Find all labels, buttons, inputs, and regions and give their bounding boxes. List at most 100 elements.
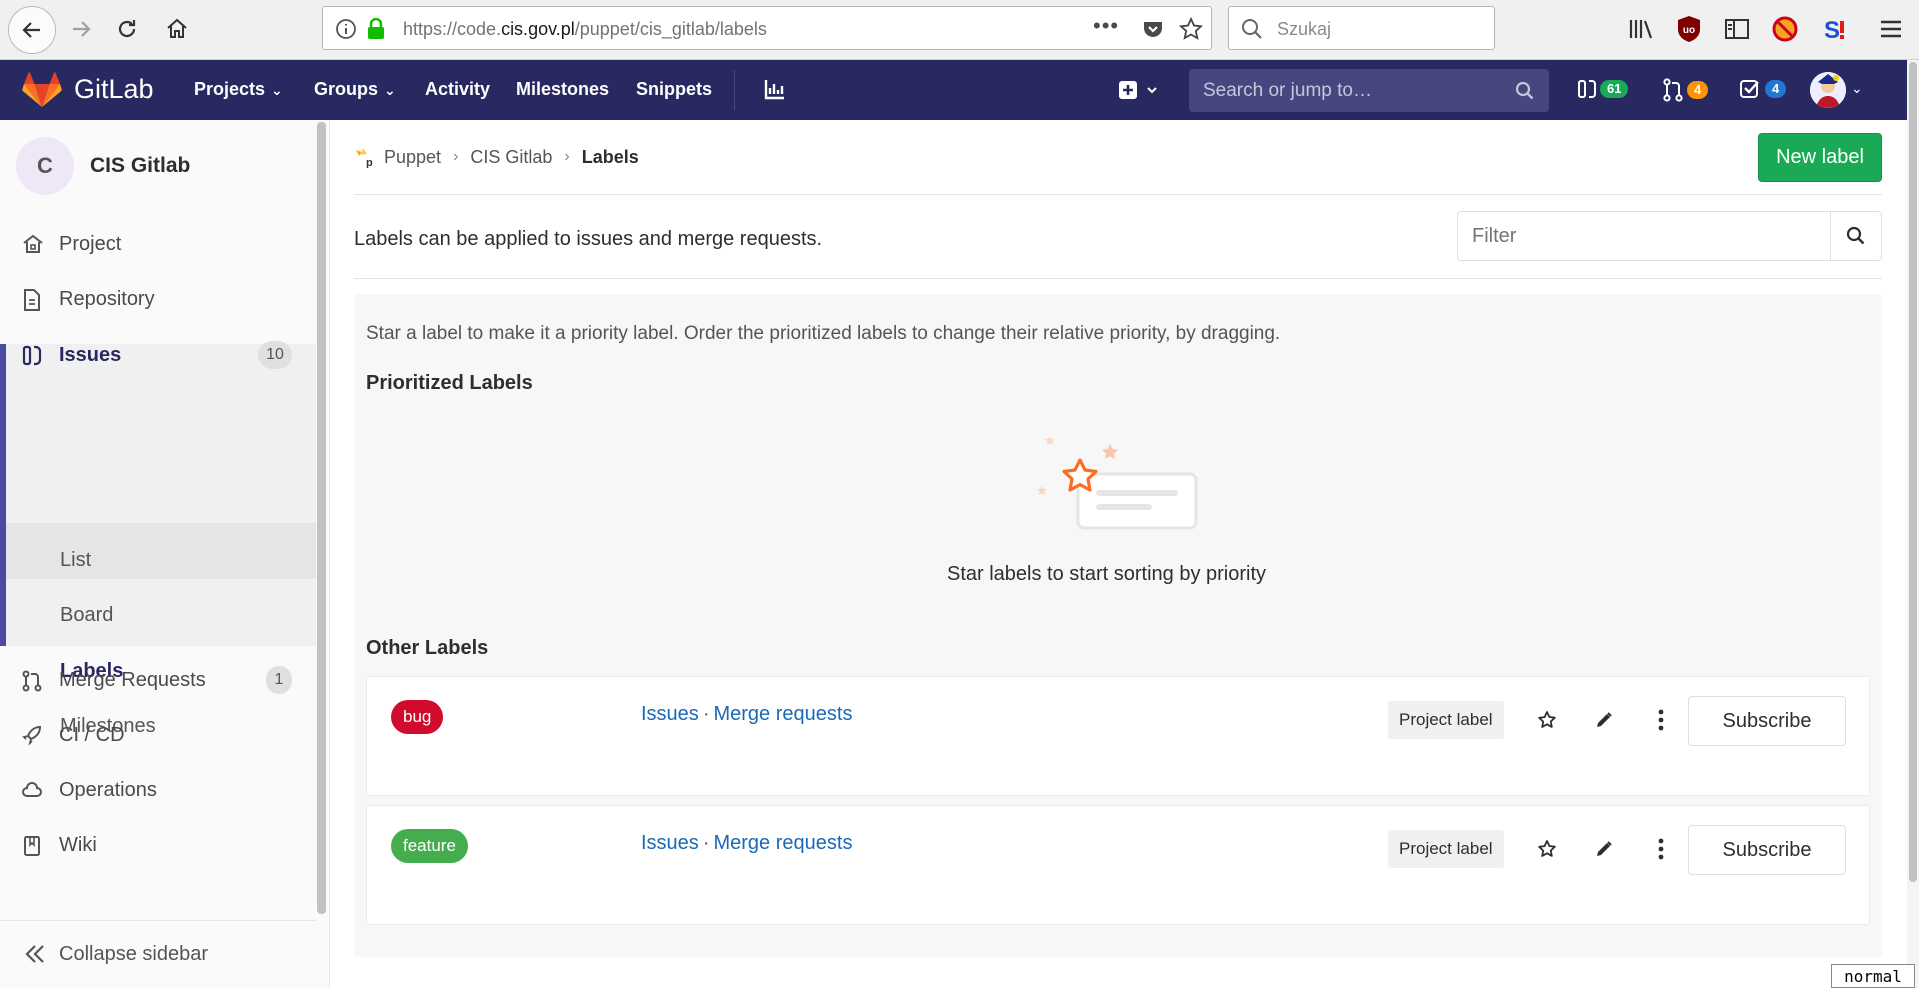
label-badge[interactable]: feature — [391, 829, 468, 863]
library-icon[interactable] — [1624, 12, 1658, 46]
merge-request-icon — [1663, 78, 1683, 102]
star-labels-illustration-icon — [1037, 436, 1198, 530]
browser-search-bar[interactable]: Szukaj — [1228, 6, 1495, 50]
star-icon — [1538, 711, 1556, 728]
sidebar-toggle-icon[interactable] — [1720, 12, 1754, 46]
merge-requests-counter[interactable]: 4 — [1663, 78, 1709, 102]
arrow-right-icon — [73, 21, 91, 37]
gitlab-brand[interactable]: GitLab — [74, 74, 154, 105]
rocket-icon — [22, 725, 42, 745]
svg-text:p: p — [366, 157, 373, 168]
svg-text:uo: uo — [1683, 25, 1695, 36]
collapse-sidebar-label: Collapse sidebar — [59, 943, 208, 965]
page-scrollbar[interactable] — [1907, 60, 1919, 988]
label-filter — [1457, 211, 1882, 261]
sidebar-item-ci-cd[interactable]: CI / CD — [0, 709, 316, 761]
new-dropdown-button[interactable] — [1118, 78, 1164, 107]
header-search-input[interactable]: Search or jump to… — [1189, 69, 1549, 112]
search-icon — [1242, 19, 1262, 39]
nav-projects[interactable]: Projects ⌄ — [194, 79, 283, 100]
separator-dot: · — [702, 832, 710, 854]
home-icon — [23, 234, 43, 253]
ublock-icon[interactable]: uo — [1672, 12, 1706, 46]
nav-groups[interactable]: Groups ⌄ — [314, 79, 396, 100]
book-icon — [24, 836, 40, 856]
nav-snippets[interactable]: Snippets — [636, 79, 712, 100]
labels-intro-text: Labels can be applied to issues and merg… — [354, 228, 823, 250]
sidebar-item-wiki[interactable]: Wiki — [0, 819, 316, 871]
search-icon — [1515, 81, 1534, 100]
new-label-button[interactable]: New label — [1758, 133, 1882, 182]
breadcrumb-cis-gitlab[interactable]: CIS Gitlab — [470, 147, 552, 168]
user-avatar[interactable] — [1810, 72, 1846, 108]
subscribe-button[interactable]: Subscribe — [1688, 825, 1846, 875]
edit-label-button[interactable] — [1591, 707, 1617, 733]
sidebar-subitem-list[interactable]: List — [60, 549, 91, 572]
issues-counter[interactable]: 61 — [1578, 78, 1629, 100]
forward-button[interactable] — [60, 8, 102, 50]
sidebar-item-operations[interactable]: Operations — [0, 764, 316, 816]
page-actions-icon[interactable]: ••• — [1093, 13, 1119, 39]
bookmark-star-icon[interactable] — [1179, 17, 1203, 41]
separator-dot: · — [702, 703, 710, 725]
url-bar[interactable]: https://code.cis.gov.pl/puppet/cis_gitla… — [322, 6, 1212, 50]
filter-input[interactable] — [1458, 212, 1830, 260]
chart-icon[interactable] — [764, 78, 786, 100]
collapse-sidebar-button[interactable]: Collapse sidebar — [0, 920, 316, 988]
sidebar-item-repository[interactable]: Repository — [0, 273, 316, 325]
lock-icon — [368, 18, 384, 39]
sidebar-item-project[interactable]: Project — [0, 218, 316, 270]
mode-indicator: normal — [1831, 964, 1915, 988]
nav-milestones[interactable]: Milestones — [516, 79, 609, 100]
sidebar-item-label: CI / CD — [59, 723, 125, 746]
chevron-right-icon: › — [564, 148, 570, 165]
label-mr-link[interactable]: Merge requests — [713, 832, 852, 854]
gitlab-logo-icon[interactable] — [22, 72, 62, 108]
chevron-down-icon[interactable]: ⌄ — [1851, 80, 1863, 97]
label-issues-link[interactable]: Issues — [641, 703, 699, 725]
mr-count-badge: 4 — [1687, 81, 1709, 99]
sidebar-project-header[interactable]: C CIS Gitlab — [16, 137, 190, 195]
label-more-button[interactable] — [1648, 707, 1674, 733]
page-scroll-thumb[interactable] — [1909, 62, 1917, 882]
url-text[interactable]: https://code.cis.gov.pl/puppet/cis_gitla… — [403, 19, 767, 40]
home-button[interactable] — [156, 8, 198, 50]
search-icon — [1846, 226, 1865, 245]
sidebar-item-merge-requests[interactable]: Merge Requests 1 — [0, 654, 316, 706]
sidebar-item-label: Repository — [59, 287, 155, 310]
info-icon[interactable] — [335, 18, 357, 40]
double-chevron-left-icon — [25, 945, 44, 963]
reload-button[interactable] — [106, 8, 148, 50]
nav-activity[interactable]: Activity — [425, 79, 490, 100]
pocket-icon[interactable] — [1141, 17, 1165, 41]
pencil-icon — [1597, 712, 1612, 727]
todos-counter[interactable]: 4 — [1739, 78, 1787, 100]
label-issues-link[interactable]: Issues — [641, 832, 699, 854]
back-button[interactable] — [8, 6, 56, 54]
home-icon — [167, 18, 187, 38]
svg-text:S: S — [1824, 17, 1840, 43]
label-links: Issues · Merge requests — [641, 832, 852, 855]
blocker-extension-icon[interactable] — [1768, 12, 1802, 46]
label-badge[interactable]: bug — [391, 700, 444, 734]
sidebar-scrollbar[interactable] — [317, 122, 326, 914]
star-label-button[interactable] — [1534, 836, 1560, 862]
s-extension-icon[interactable]: S — [1816, 12, 1850, 46]
mr-count-badge: 1 — [266, 666, 292, 694]
menu-icon[interactable] — [1874, 12, 1908, 46]
sidebar-item-issues[interactable]: Issues 10 — [0, 329, 316, 381]
prioritized-labels-heading: Prioritized Labels — [366, 372, 533, 394]
label-mr-link[interactable]: Merge requests — [713, 703, 852, 725]
breadcrumb-labels[interactable]: Labels — [582, 147, 639, 168]
filter-search-button[interactable] — [1830, 212, 1881, 260]
issues-count-badge: 61 — [1600, 80, 1629, 98]
label-more-button[interactable] — [1648, 836, 1674, 862]
star-label-button[interactable] — [1534, 707, 1560, 733]
browser-search-placeholder: Szukaj — [1277, 19, 1332, 39]
sidebar-item-label: Wiki — [59, 833, 97, 856]
sidebar-subitem-board[interactable]: Board — [60, 604, 113, 627]
doc-icon — [24, 289, 40, 311]
edit-label-button[interactable] — [1591, 836, 1617, 862]
subscribe-button[interactable]: Subscribe — [1688, 696, 1846, 746]
breadcrumb-puppet[interactable]: Puppet — [384, 147, 441, 168]
